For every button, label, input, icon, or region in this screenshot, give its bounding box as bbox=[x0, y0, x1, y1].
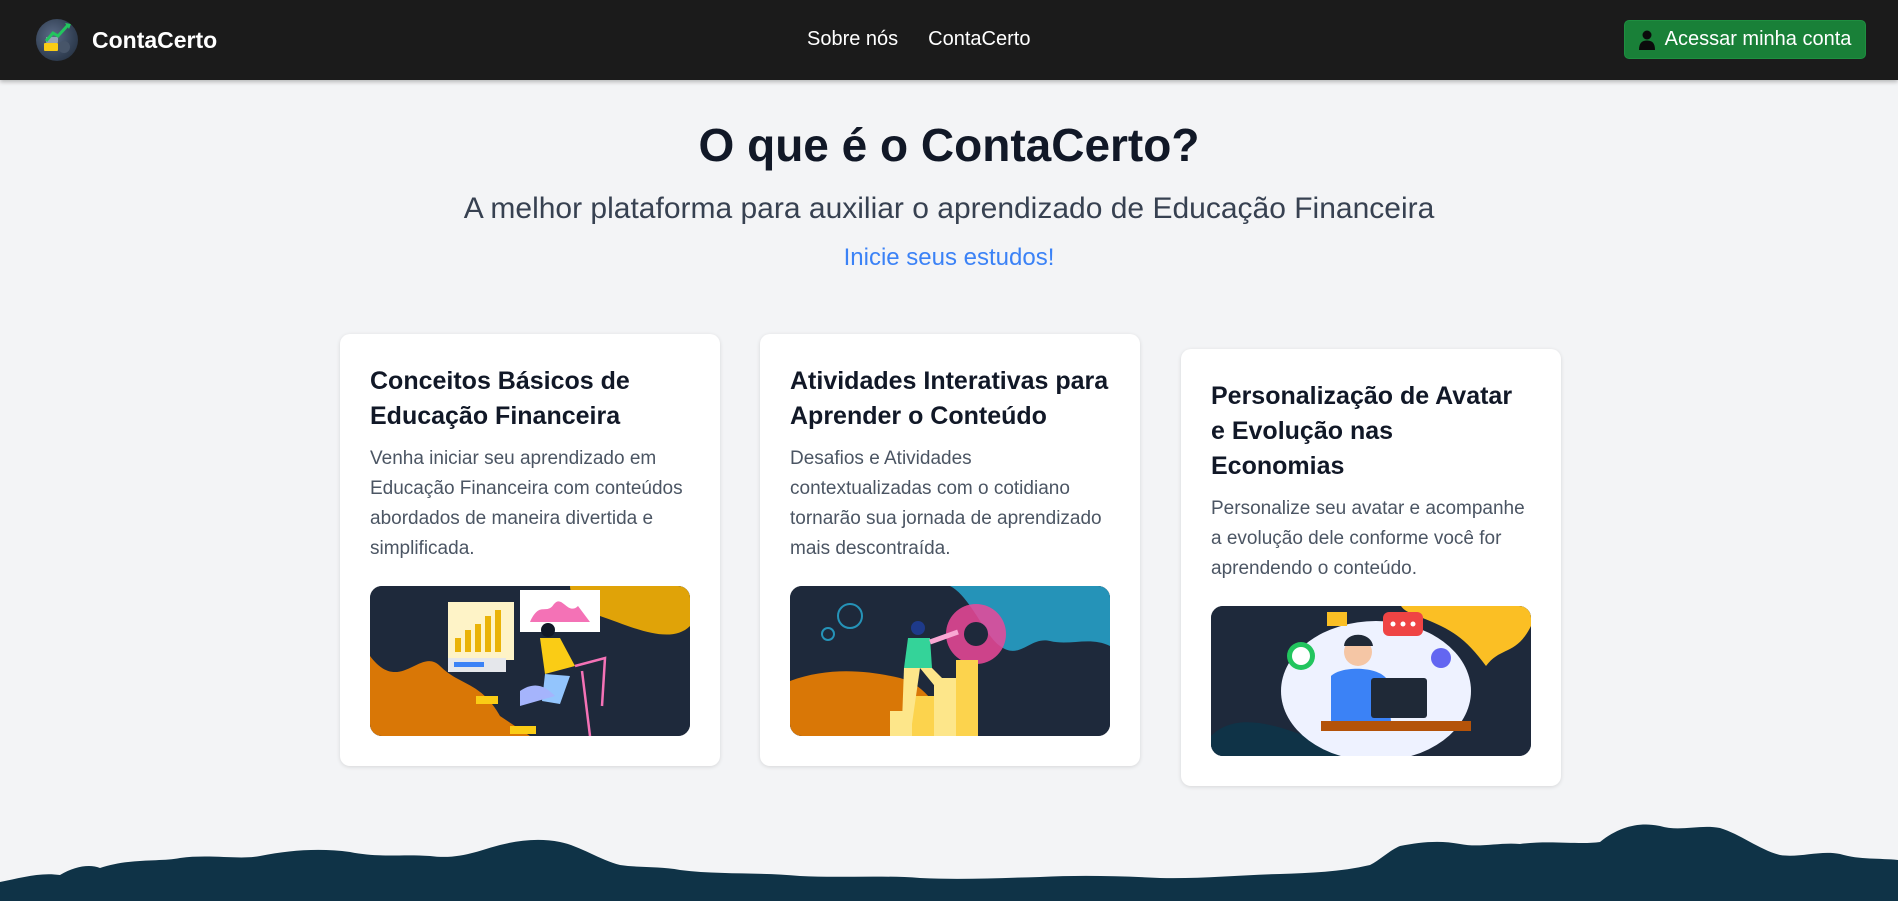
page-subtitle: A melhor plataforma para auxiliar o apre… bbox=[463, 192, 1435, 225]
feature-card-avatar: Personalização de Avatar e Evolução nas … bbox=[1181, 349, 1561, 786]
brand-name: ContaCerto bbox=[92, 26, 218, 53]
card-text: Venha iniciar seu aprendizado em Educaçã… bbox=[370, 448, 683, 559]
card-title: Conceitos Básicos de Educação Financeira bbox=[370, 367, 630, 430]
logo-icon bbox=[36, 19, 78, 61]
nav-links: Sobre nós ContaCerto bbox=[807, 28, 1030, 51]
nav-link-contacerto[interactable]: ContaCerto bbox=[928, 28, 1030, 51]
person-analyzing-charts-illustration bbox=[370, 586, 690, 736]
card-title: Atividades Interativas para Aprender o C… bbox=[790, 367, 1109, 430]
card-text: Personalize seu avatar e acompanhe a evo… bbox=[1211, 498, 1525, 579]
page-title: O que é o ContaCerto? bbox=[698, 119, 1200, 171]
login-button-label: Acessar minha conta bbox=[1664, 28, 1852, 50]
footer-wave bbox=[0, 824, 1898, 901]
start-studies-link[interactable]: Inicie seus estudos! bbox=[0, 244, 1898, 272]
person-climbing-stairs-gear-illustration bbox=[790, 586, 1110, 736]
card-text: Desafios e Atividades contextualizadas c… bbox=[790, 448, 1102, 559]
nav-link-sobre-nos[interactable]: Sobre nós bbox=[807, 28, 898, 51]
feature-card-activities: Atividades Interativas para Aprender o C… bbox=[760, 334, 1140, 766]
brand[interactable]: ContaCerto bbox=[36, 19, 217, 61]
user-icon bbox=[1638, 30, 1655, 50]
login-button[interactable]: Acessar minha conta bbox=[1624, 20, 1866, 59]
card-title: Personalização de Avatar e Evolução nas … bbox=[1211, 382, 1513, 480]
feature-card-basics: Conceitos Básicos de Educação Financeira… bbox=[340, 334, 720, 766]
navbar: ContaCerto Sobre nós ContaCerto Acessar … bbox=[0, 0, 1898, 80]
support-agent-computer-illustration bbox=[1211, 606, 1531, 756]
